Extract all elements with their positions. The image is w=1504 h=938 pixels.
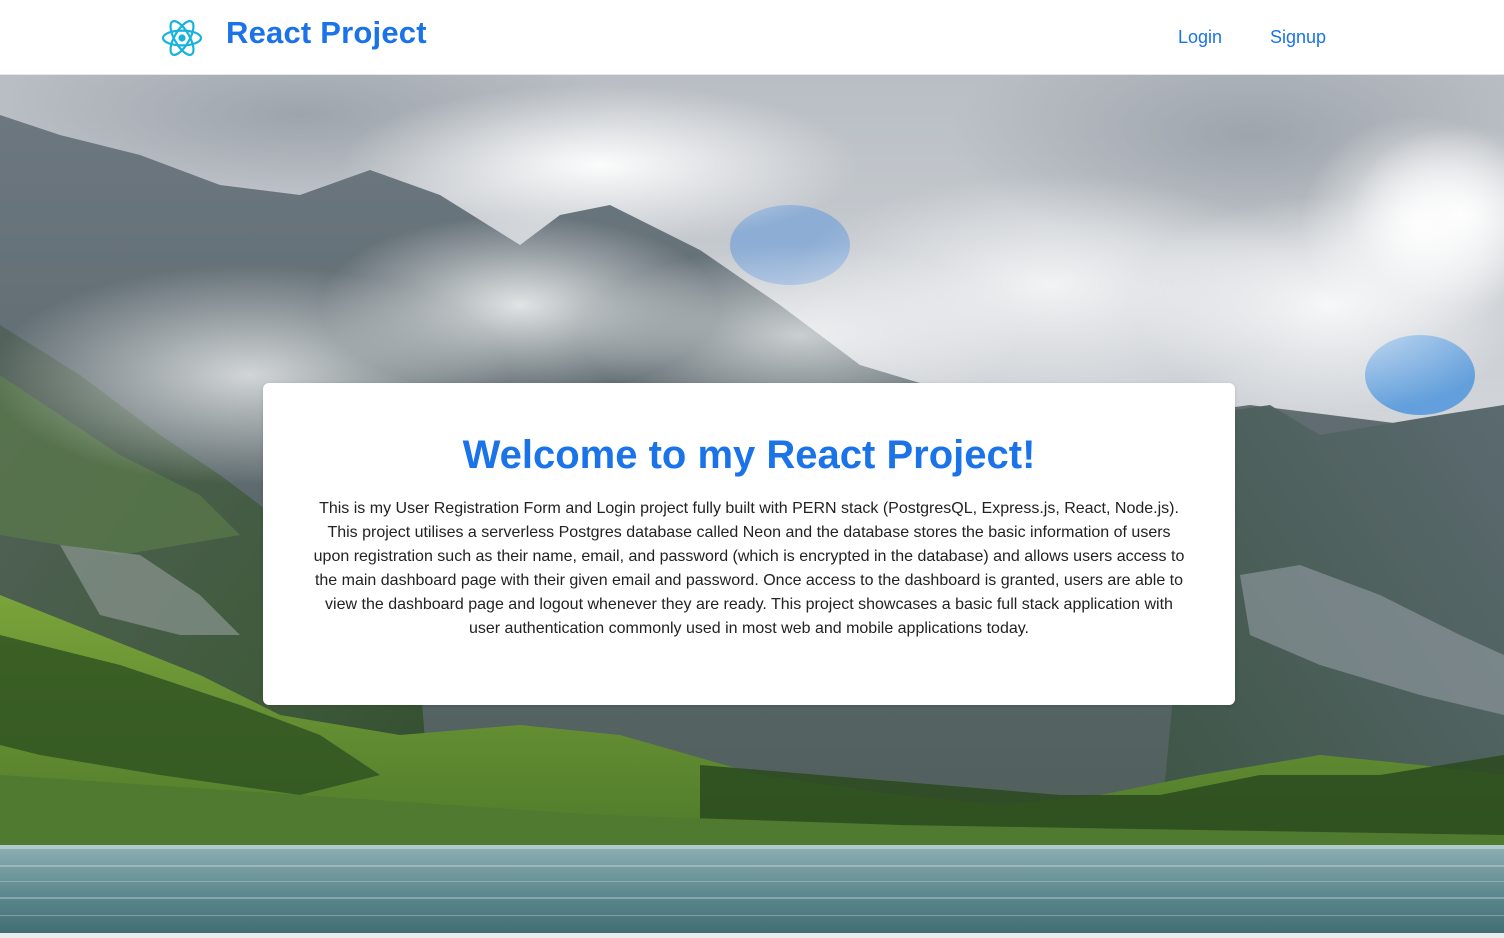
- navbar: React Project Login Signup: [0, 0, 1504, 75]
- login-link[interactable]: Login: [1178, 27, 1222, 48]
- signup-link[interactable]: Signup: [1270, 27, 1326, 48]
- welcome-card: Welcome to my React Project! This is my …: [263, 383, 1235, 705]
- welcome-title: Welcome to my React Project!: [462, 433, 1036, 477]
- react-atom-icon[interactable]: [160, 17, 204, 59]
- welcome-description: This is my User Registration Form and Lo…: [313, 500, 1185, 637]
- brand-title[interactable]: React Project: [226, 15, 427, 51]
